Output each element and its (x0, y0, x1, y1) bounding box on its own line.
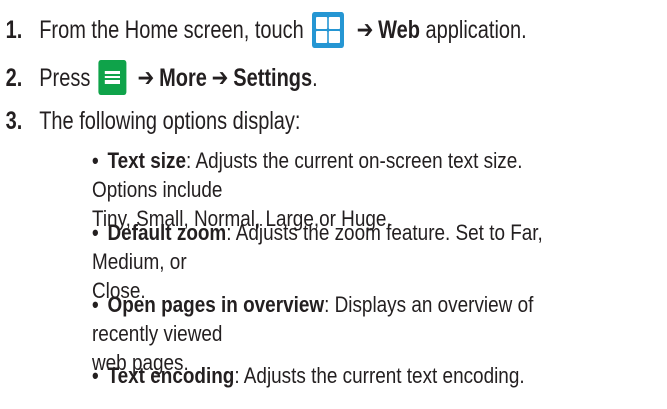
step-2-text-after: . (312, 63, 318, 92)
more-label: More (159, 63, 207, 92)
step-2: 2. Press ➔ More ➔ Settings . (0, 60, 318, 95)
step-1: 1. From the Home screen, touch ➔ Web app… (0, 12, 527, 48)
arrow-icon: ➔ (137, 63, 155, 92)
step-number: 3. (5, 107, 23, 135)
arrow-icon: ➔ (211, 63, 229, 92)
bullet-icon: • (92, 220, 99, 245)
bullet-icon: • (92, 363, 99, 388)
arrow-icon: ➔ (356, 16, 374, 44)
menu-key-icon (98, 60, 127, 95)
option-desc: : Adjusts the current text encoding. (234, 363, 525, 388)
bullet-icon: • (92, 148, 99, 173)
settings-label: Settings (233, 63, 313, 92)
apps-grid-icon (311, 12, 344, 48)
option-text-encoding: • Text encoding: Adjusts the current text… (92, 361, 591, 390)
step-number: 1. (5, 16, 23, 44)
instruction-document: 1. From the Home screen, touch ➔ Web app… (0, 0, 667, 409)
option-title: Default zoom (107, 220, 227, 245)
step-text: The following options display: (39, 107, 301, 135)
option-title: Text size (107, 148, 187, 173)
step-number: 2. (5, 63, 23, 92)
step-text: From the Home screen, touch ➔ Web applic… (39, 12, 527, 48)
bullet-icon: • (92, 292, 99, 317)
web-app-label: Web (378, 16, 420, 44)
step-text: Press ➔ More ➔ Settings . (39, 60, 318, 95)
step-1-text-after: application. (419, 16, 527, 44)
step-3: 3. The following options display: (0, 106, 301, 136)
option-title: Open pages in overview (107, 292, 325, 317)
option-title: Text encoding (107, 363, 235, 388)
step-2-text-before: Press (39, 63, 91, 92)
step-1-text-before: From the Home screen, touch (39, 16, 304, 44)
